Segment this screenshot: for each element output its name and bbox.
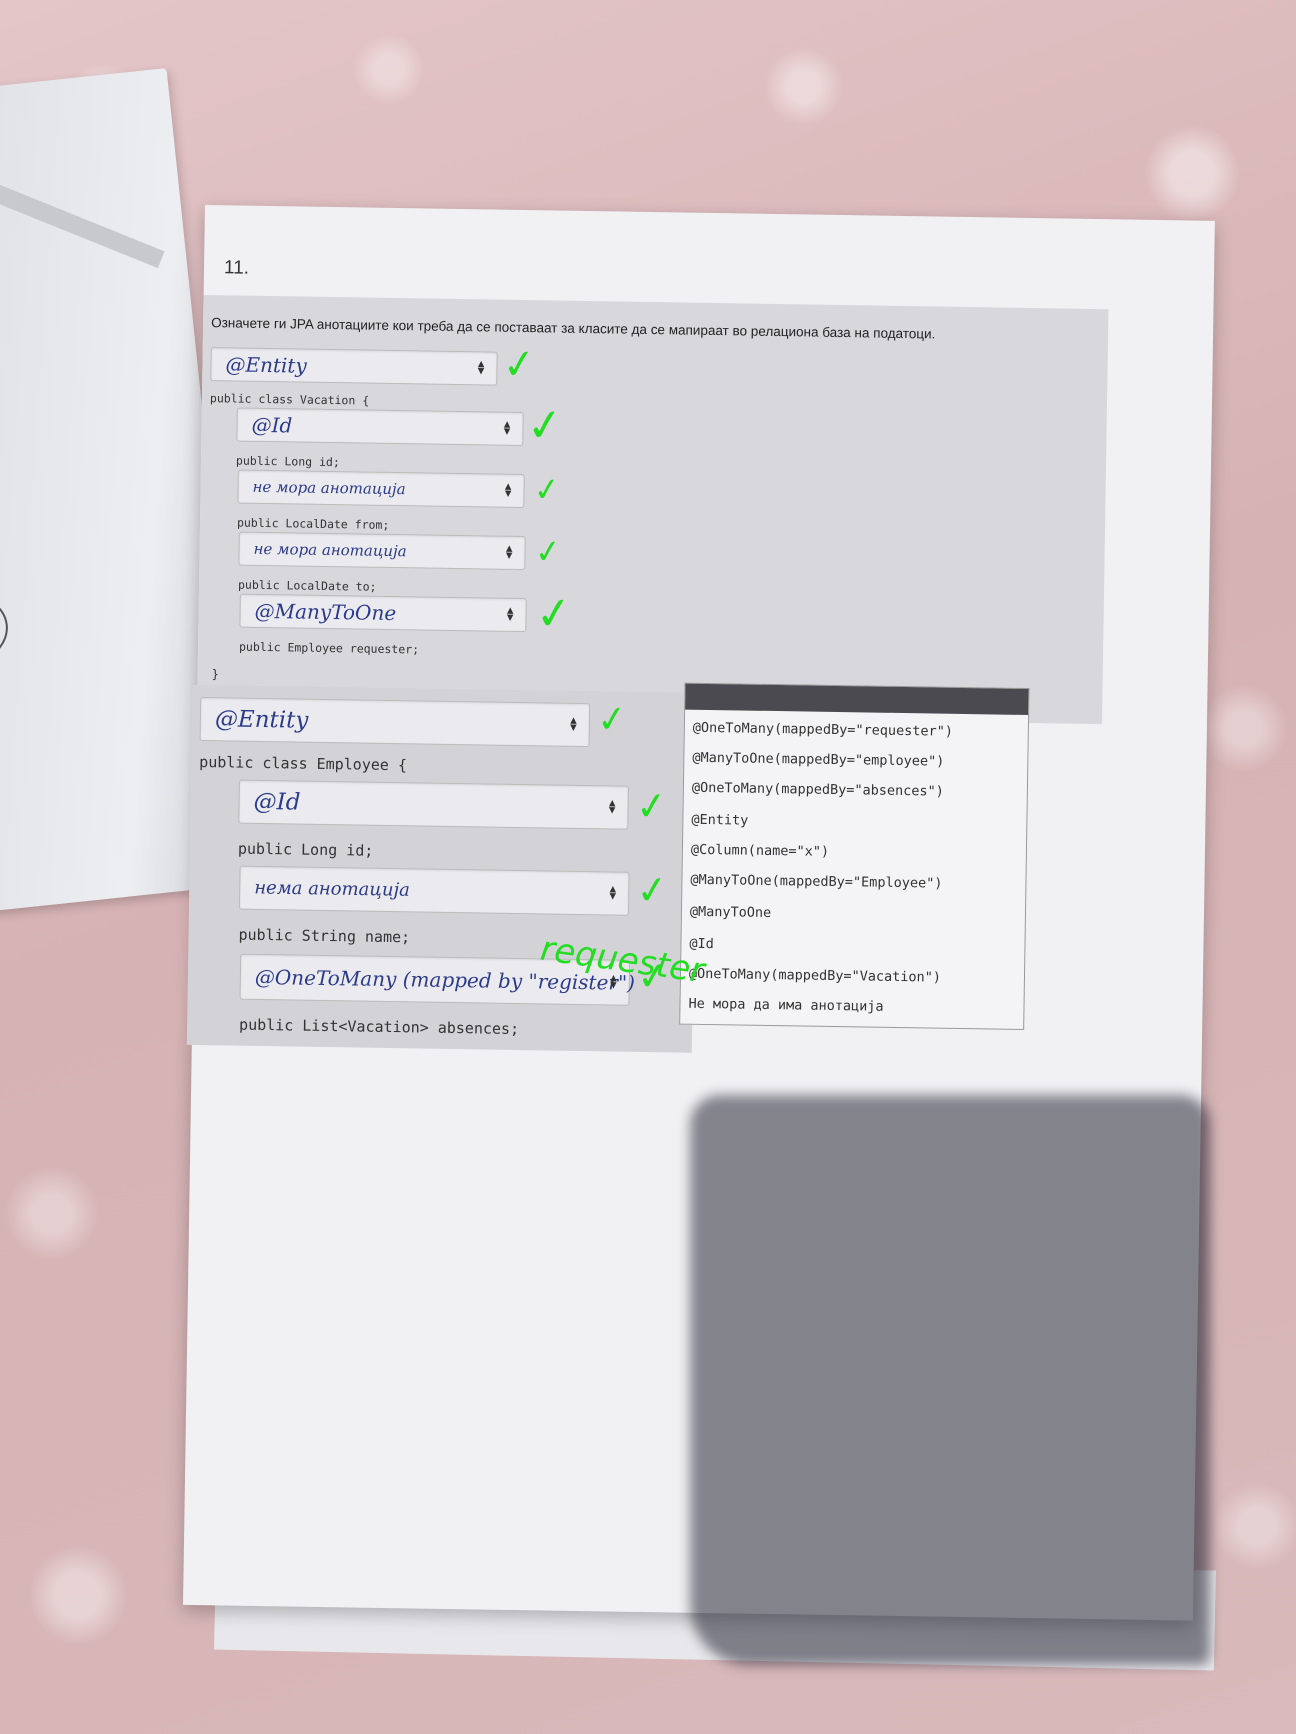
check-mark: ✓ [532, 586, 576, 642]
select-arrows-icon: ▲ ▼ [503, 542, 515, 562]
code-class-employee: public class Employee { [199, 752, 408, 775]
select-value: @Entity [225, 352, 307, 378]
option-item[interactable]: @ManyToOne(mappedBy="Employee") [690, 872, 942, 892]
option-item[interactable]: @Column(name="x") [691, 842, 829, 860]
select-arrows-icon: ▲ ▼ [567, 714, 580, 734]
select-vacation-id[interactable]: @Id ▲ ▼ [236, 407, 524, 447]
select-value: @ManyToOne [254, 598, 397, 626]
code-class-vacation: public class Vacation { [209, 391, 370, 408]
answer-options-list: @OneToMany(mappedBy="requester") @ManyTo… [679, 682, 1030, 1030]
select-employee-id[interactable]: @Id ▲ ▼ [238, 779, 629, 830]
code-field-name: public String name; [238, 925, 411, 947]
select-value: @Id [253, 788, 301, 816]
check-mark: ✓ [523, 398, 567, 454]
option-item[interactable]: @ManyToOne(mappedBy="employee") [692, 750, 944, 770]
question-box-vacation: Означете ги JPA анотациите кои треба да … [197, 294, 1109, 725]
select-arrows-icon: ▲ ▼ [607, 883, 619, 903]
booklet-stripe [0, 154, 165, 269]
select-arrows-icon: ▲ ▼ [504, 604, 516, 624]
code-closing-brace: } [211, 667, 219, 682]
question-box-employee: @Entity ▲ ▼ ✓ public class Employee { @Id… [186, 684, 698, 1053]
question-prompt: Означете ги JPA анотациите кои треба да … [211, 315, 936, 342]
option-item[interactable]: @OneToMany(mappedBy="absences") [692, 780, 944, 800]
hand-shadow [690, 1095, 1210, 1665]
select-vacation-to[interactable]: не мора анотација ▲ ▼ [238, 531, 526, 571]
check-mark: ✓ [532, 530, 564, 572]
select-vacation-requester[interactable]: @ManyToOne ▲ ▼ [239, 593, 527, 633]
check-mark: ✓ [594, 697, 630, 743]
code-field-id: public Long id; [237, 839, 374, 860]
select-vacation-from[interactable]: не мора анотација ▲ ▼ [237, 469, 525, 509]
select-vacation-entity[interactable]: @Entity ▲ ▼ [210, 347, 498, 386]
check-mark: ✓ [531, 468, 563, 510]
code-field-id: public Long id; [235, 453, 340, 470]
code-field-requester: public Employee requester; [238, 639, 420, 657]
check-mark: ✓ [499, 340, 539, 390]
select-employee-entity[interactable]: @Entity ▲ ▼ [199, 696, 591, 748]
select-value: нема анотација [254, 877, 411, 901]
option-item[interactable]: @OneToMany(mappedBy="requester") [693, 720, 953, 740]
check-mark: ✓ [633, 866, 671, 914]
options-header-bar [685, 683, 1029, 715]
code-field-from: public LocalDate from; [236, 515, 390, 532]
select-arrows-icon: ▲ ▼ [501, 418, 513, 438]
check-mark: ✓ [633, 782, 671, 830]
question-number: 11. [223, 257, 250, 279]
code-field-absences: public List<Vacation> absences; [238, 1015, 520, 1039]
select-value: не мора анотација [253, 539, 407, 561]
select-value: @Id [251, 412, 293, 438]
select-value: не мора анотација [252, 477, 406, 499]
option-item[interactable]: @OneToMany(mappedBy="Vacation") [689, 966, 941, 986]
select-value: @Entity [214, 706, 309, 734]
select-arrows-icon: ▲ ▼ [606, 797, 618, 817]
code-field-to: public LocalDate to; [237, 577, 377, 594]
select-arrows-icon: ▲ ▼ [502, 480, 514, 500]
booklet-oval-drawing [0, 587, 12, 672]
option-item[interactable]: Не мора да има анотација [688, 996, 883, 1015]
select-employee-name[interactable]: нема анотација ▲ ▼ [238, 865, 630, 916]
option-item[interactable]: @Entity [691, 812, 748, 829]
option-item[interactable]: @ManyToOne [690, 904, 772, 921]
select-arrows-icon: ▲ ▼ [475, 358, 487, 378]
